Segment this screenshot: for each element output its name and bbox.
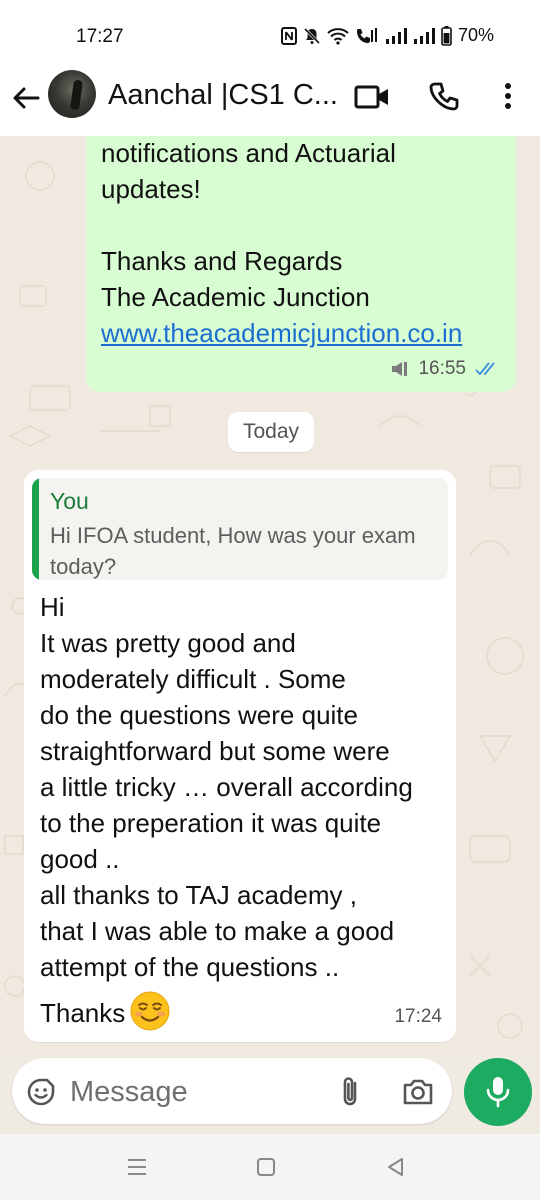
smiling-face-emoji	[130, 991, 170, 1031]
home-icon[interactable]	[256, 1156, 276, 1178]
message-line: a little tricky … overall according	[40, 772, 413, 802]
back-arrow-icon[interactable]	[10, 82, 42, 114]
mute-icon	[303, 27, 321, 44]
message-meta: 16:55	[390, 358, 500, 380]
battery-icon	[441, 25, 452, 46]
attach-icon[interactable]	[336, 1075, 364, 1109]
signal-icon	[413, 27, 435, 44]
message-line: moderately difficult . Some	[40, 664, 346, 694]
message-line: Thanks and Regards	[101, 246, 343, 276]
muted-speaker-icon	[392, 362, 408, 376]
message-input[interactable]	[70, 1072, 320, 1112]
message-time: 16:55	[418, 358, 466, 379]
message-line: to the preperation it was quite	[40, 808, 382, 838]
system-nav-bar	[0, 1134, 540, 1200]
mic-icon	[486, 1077, 510, 1108]
message-line: Hi	[40, 592, 65, 622]
contact-name[interactable]: Aanchal |CS1 C...	[108, 79, 338, 112]
message-line: do the questions were quite	[40, 700, 358, 730]
message-link[interactable]: www.theacademicjunction.co.in	[101, 318, 462, 349]
double-check-icon	[475, 362, 495, 376]
more-vert-icon[interactable]	[496, 80, 520, 112]
composer	[12, 1058, 452, 1124]
outgoing-message[interactable]: notifications and Actuarial updates! Tha…	[86, 136, 516, 392]
message-line: all thanks to TAJ academy ,	[40, 880, 357, 910]
status-time: 17:27	[76, 26, 124, 47]
back-icon[interactable]	[384, 1156, 406, 1178]
chat-area[interactable]: notifications and Actuarial updates! Tha…	[0, 136, 540, 1056]
message-time: 17:24	[394, 1006, 442, 1027]
message-line: that I was able to make a good	[40, 916, 395, 946]
message-line: Thanks	[40, 998, 126, 1028]
quote-author: You	[50, 488, 89, 514]
quoted-message[interactable]: You Hi IFOA student, How was your exam t…	[32, 478, 448, 580]
battery-percent: 70%	[457, 25, 494, 45]
wifi-calling-icon	[356, 27, 377, 43]
camera-icon[interactable]	[402, 1076, 434, 1108]
message-line-last: Thanks	[40, 990, 171, 1032]
wifi-icon	[327, 27, 349, 45]
message-line: updates!	[101, 174, 201, 204]
mic-button[interactable]	[464, 1058, 532, 1126]
message-line: It was pretty good and	[40, 628, 296, 658]
message-line: The Academic Junction	[101, 282, 370, 312]
quote-bar	[32, 478, 39, 580]
signal-icon	[385, 27, 407, 44]
message-line: notifications and Actuarial	[101, 138, 396, 168]
incoming-message[interactable]: You Hi IFOA student, How was your exam t…	[24, 470, 456, 1042]
chat-header: Aanchal |CS1 C...	[0, 62, 540, 136]
status-icons: 70%	[280, 25, 494, 46]
avatar[interactable]	[48, 70, 96, 118]
nfc-icon	[280, 26, 297, 45]
message-line: good ..	[40, 844, 120, 874]
video-call-icon[interactable]	[354, 82, 390, 112]
date-divider: Today	[228, 412, 314, 452]
recents-icon[interactable]	[126, 1156, 148, 1178]
message-line: attempt of the questions ..	[40, 952, 340, 982]
phone-icon[interactable]	[428, 80, 460, 112]
message-line: straightforward but some were	[40, 736, 390, 766]
quote-text: Hi IFOA student, How was your exam today…	[50, 523, 416, 579]
emoji-icon[interactable]	[26, 1077, 56, 1107]
